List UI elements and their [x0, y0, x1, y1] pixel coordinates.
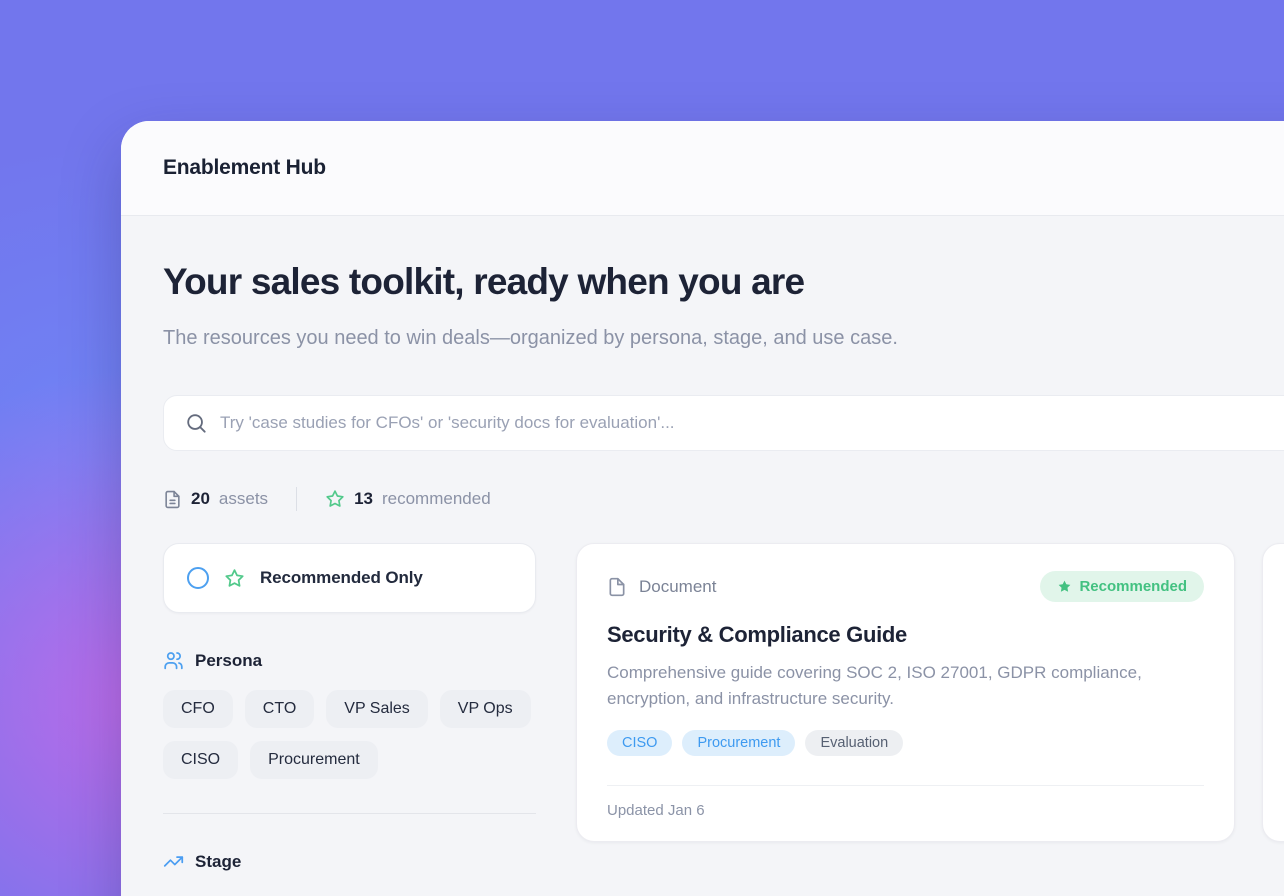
- recommended-badge: Recommended: [1040, 571, 1204, 602]
- star-outline-icon: [325, 489, 345, 509]
- page-subtitle: The resources you need to win deals—orga…: [163, 319, 993, 357]
- app-panel: Enablement Hub Your sales toolkit, ready…: [121, 121, 1284, 896]
- recommended-count: 13: [354, 489, 373, 509]
- file-icon: [607, 577, 627, 597]
- asset-cards-grid: Document Recommended Security & Complian…: [576, 543, 1284, 842]
- stage-section-header: Stage: [163, 851, 536, 872]
- filters-sidebar: Recommended Only Persona CFO CTO VP Sales V…: [163, 543, 536, 872]
- card-tag: Procurement: [682, 730, 795, 756]
- file-text-icon: [163, 490, 182, 509]
- persona-chip[interactable]: CISO: [163, 741, 238, 779]
- app-title: Enablement Hub: [163, 156, 326, 180]
- main-content: Your sales toolkit, ready when you are T…: [121, 216, 1284, 872]
- persona-chip[interactable]: CTO: [245, 690, 314, 728]
- asset-card-security-compliance-guide[interactable]: Document Recommended Security & Complian…: [576, 543, 1235, 842]
- card-footer: Updated Jan 6: [607, 785, 1204, 841]
- star-outline-icon: [224, 568, 245, 589]
- recommended-only-label: Recommended Only: [260, 568, 423, 588]
- card-top-row: Document Recommended: [607, 571, 1204, 602]
- recommended-badge-label: Recommended: [1079, 578, 1187, 595]
- app-header: Enablement Hub: [121, 121, 1284, 216]
- persona-chip[interactable]: VP Sales: [326, 690, 428, 728]
- star-filled-icon: [1057, 579, 1072, 594]
- recommended-only-toggle[interactable]: Recommended Only: [163, 543, 536, 613]
- stats-divider: [296, 487, 297, 511]
- assets-count: 20: [191, 489, 210, 509]
- card-title: Security & Compliance Guide: [607, 622, 1204, 648]
- card-type: Document: [607, 577, 716, 597]
- search-bar[interactable]: [163, 395, 1284, 451]
- users-icon: [163, 650, 184, 671]
- card-updated-label: Updated Jan 6: [607, 802, 705, 819]
- page-title: Your sales toolkit, ready when you are: [163, 261, 1284, 303]
- card-tag: CISO: [607, 730, 672, 756]
- persona-chip[interactable]: VP Ops: [440, 690, 531, 728]
- persona-chip[interactable]: Procurement: [250, 741, 378, 779]
- persona-chips: CFO CTO VP Sales VP Ops CISO Procurement: [163, 690, 536, 779]
- persona-chip[interactable]: CFO: [163, 690, 233, 728]
- sidebar-divider: [163, 813, 536, 814]
- card-description: Comprehensive guide covering SOC 2, ISO …: [607, 660, 1187, 712]
- persona-section-label: Persona: [195, 651, 262, 671]
- recommended-stat: 13 recommended: [325, 489, 491, 509]
- results-area: Recommended Only Persona CFO CTO VP Sales V…: [163, 543, 1284, 872]
- persona-section-header: Persona: [163, 650, 536, 671]
- search-icon: [185, 412, 207, 434]
- asset-card-peek[interactable]: [1262, 543, 1284, 842]
- recommended-label: recommended: [382, 489, 491, 509]
- assets-stat: 20 assets: [163, 489, 268, 509]
- stage-section-label: Stage: [195, 852, 241, 872]
- card-type-label: Document: [639, 577, 716, 597]
- card-tags: CISO Procurement Evaluation: [607, 730, 1204, 756]
- assets-label: assets: [219, 489, 268, 509]
- search-input[interactable]: [220, 413, 1284, 433]
- toggle-circle-unchecked[interactable]: [187, 567, 209, 589]
- trending-up-icon: [163, 851, 184, 872]
- card-tag: Evaluation: [805, 730, 903, 756]
- stats-row: 20 assets 13 recommended: [163, 487, 1284, 511]
